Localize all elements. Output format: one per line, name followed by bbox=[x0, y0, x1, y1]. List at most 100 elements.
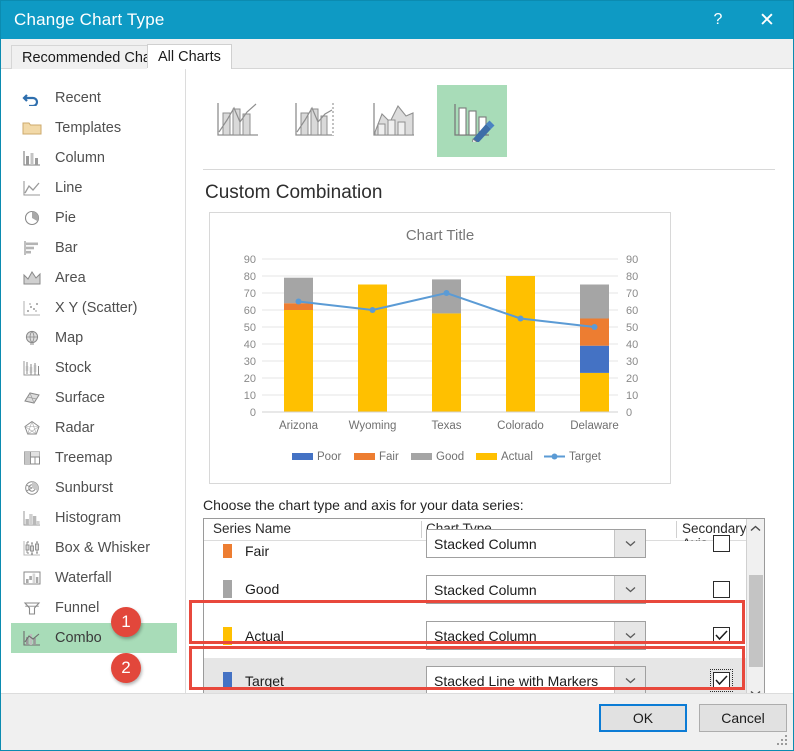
svg-text:60: 60 bbox=[244, 305, 256, 317]
close-icon[interactable]: ✕ bbox=[741, 1, 793, 39]
treemap-chart-icon bbox=[21, 448, 43, 468]
column-header-series-name: Series Name bbox=[213, 521, 291, 536]
sidebar-item-histogram[interactable]: Histogram bbox=[11, 503, 177, 533]
annotation-badge-1: 1 bbox=[111, 607, 141, 637]
svg-text:Colorado: Colorado bbox=[497, 420, 544, 432]
sidebar-item-stock[interactable]: Stock bbox=[11, 353, 177, 383]
custom-combination-thumb[interactable] bbox=[437, 85, 507, 157]
sidebar-item-surface[interactable]: Surface bbox=[11, 383, 177, 413]
sidebar-item-column[interactable]: Column bbox=[11, 143, 177, 173]
table-row-actual[interactable]: Actual Stacked Column bbox=[204, 613, 764, 658]
secondary-axis-checkbox-actual[interactable] bbox=[713, 627, 730, 644]
series-name: Good bbox=[245, 581, 415, 597]
x-axis-labels: Arizona Wyoming Texas Colorado Delaware bbox=[279, 420, 619, 432]
sidebar-item-label: Radar bbox=[55, 420, 95, 436]
help-icon[interactable]: ? bbox=[695, 1, 741, 39]
stacked-area-clustered-column-thumb[interactable] bbox=[359, 85, 429, 157]
chart-options-pane: Custom Combination Chart Title bbox=[187, 69, 793, 694]
series-color-swatch bbox=[223, 672, 232, 690]
sidebar-item-label: Box & Whisker bbox=[55, 540, 150, 556]
sidebar-item-label: Funnel bbox=[55, 600, 99, 616]
pie-chart-icon bbox=[21, 208, 43, 228]
sidebar-item-label: Pie bbox=[55, 210, 76, 226]
svg-text:70: 70 bbox=[626, 288, 638, 300]
svg-text:Actual: Actual bbox=[501, 451, 533, 463]
table-row-fair[interactable]: Fair Stacked Column bbox=[204, 541, 764, 565]
series-name: Target bbox=[245, 673, 415, 689]
svg-text:Fair: Fair bbox=[379, 451, 399, 463]
sidebar-item-treemap[interactable]: Treemap bbox=[11, 443, 177, 473]
waterfall-chart-icon bbox=[21, 568, 43, 588]
chart-preview[interactable]: Chart Title bbox=[209, 212, 671, 484]
svg-text:30: 30 bbox=[244, 356, 256, 368]
sidebar-item-waterfall[interactable]: Waterfall bbox=[11, 563, 177, 593]
sidebar-item-map[interactable]: Map bbox=[11, 323, 177, 353]
scrollbar-thumb[interactable] bbox=[749, 575, 763, 667]
sidebar-item-line[interactable]: Line bbox=[11, 173, 177, 203]
series-table-rows: Fair Stacked Column Good bbox=[204, 541, 764, 703]
chevron-down-icon[interactable] bbox=[614, 576, 645, 603]
cancel-button[interactable]: Cancel bbox=[699, 704, 787, 732]
secondary-y-axis-labels: 908070 605040 302010 0 bbox=[626, 254, 638, 419]
svg-text:80: 80 bbox=[626, 271, 638, 283]
svg-text:40: 40 bbox=[244, 339, 256, 351]
sidebar-item-sunburst[interactable]: Sunburst bbox=[11, 473, 177, 503]
combo-chart-icon bbox=[21, 628, 43, 648]
secondary-axis-checkbox-target[interactable] bbox=[713, 672, 730, 689]
sidebar-item-label: Treemap bbox=[55, 450, 112, 466]
sidebar-item-label: Templates bbox=[55, 120, 121, 136]
svg-text:0: 0 bbox=[626, 407, 632, 419]
boxwhisker-chart-icon bbox=[21, 538, 43, 558]
svg-text:30: 30 bbox=[626, 356, 638, 368]
sidebar-item-box-whisker[interactable]: Box & Whisker bbox=[11, 533, 177, 563]
chevron-down-icon[interactable] bbox=[614, 667, 645, 694]
chart-type-dropdown-good[interactable]: Stacked Column bbox=[426, 575, 646, 604]
checkmark-icon bbox=[715, 630, 728, 641]
sidebar-item-templates[interactable]: Templates bbox=[11, 113, 177, 143]
svg-text:Arizona: Arizona bbox=[279, 420, 319, 432]
chart-title: Chart Title bbox=[406, 227, 474, 244]
table-row-good[interactable]: Good Stacked Column bbox=[204, 565, 764, 613]
series-color-swatch bbox=[223, 544, 232, 558]
globe-map-icon bbox=[21, 328, 43, 348]
series-table: Series Name Chart Type Secondary Axis Fa… bbox=[203, 518, 765, 703]
resize-grip[interactable] bbox=[777, 735, 789, 747]
tab-recommended-charts-label: Recommended Charts bbox=[22, 50, 167, 66]
chart-type-dropdown-target[interactable]: Stacked Line with Markers bbox=[426, 666, 646, 695]
series-table-instruction: Choose the chart type and axis for your … bbox=[203, 497, 775, 513]
sidebar-item-radar[interactable]: Radar bbox=[11, 413, 177, 443]
scatter-chart-icon bbox=[21, 298, 43, 318]
sidebar-item-scatter[interactable]: X Y (Scatter) bbox=[11, 293, 177, 323]
chart-type-value: Stacked Line with Markers bbox=[427, 667, 614, 694]
sidebar-item-label: Stock bbox=[55, 360, 91, 376]
sidebar-item-recent[interactable]: Recent bbox=[11, 83, 177, 113]
ok-button[interactable]: OK bbox=[599, 704, 687, 732]
secondary-axis-checkbox-fair[interactable] bbox=[713, 535, 730, 552]
chart-type-value: Stacked Column bbox=[427, 622, 614, 649]
sidebar-item-bar[interactable]: Bar bbox=[11, 233, 177, 263]
sidebar-item-combo[interactable]: Combo bbox=[11, 623, 177, 653]
dialog-body: Recent Templates Column Line Pie Bar bbox=[1, 69, 793, 694]
svg-text:90: 90 bbox=[244, 254, 256, 266]
chart-type-dropdown-fair[interactable]: Stacked Column bbox=[426, 529, 646, 558]
sidebar-item-area[interactable]: Area bbox=[11, 263, 177, 293]
chevron-down-icon[interactable] bbox=[614, 530, 645, 557]
sidebar-item-pie[interactable]: Pie bbox=[11, 203, 177, 233]
column-chart-icon bbox=[21, 148, 43, 168]
sidebar-item-label: Waterfall bbox=[55, 570, 112, 586]
sidebar-item-label: Area bbox=[55, 270, 86, 286]
chart-type-value: Stacked Column bbox=[427, 530, 614, 557]
clustered-column-line-thumb[interactable] bbox=[203, 85, 273, 157]
svg-text:50: 50 bbox=[244, 322, 256, 334]
svg-text:Wyoming: Wyoming bbox=[349, 420, 397, 432]
secondary-axis-checkbox-good[interactable] bbox=[713, 581, 730, 598]
series-color-swatch bbox=[223, 580, 232, 598]
sidebar-item-funnel[interactable]: Funnel bbox=[11, 593, 177, 623]
clustered-column-line-secondary-axis-thumb[interactable] bbox=[281, 85, 351, 157]
chevron-down-icon[interactable] bbox=[614, 622, 645, 649]
series-table-scrollbar[interactable] bbox=[746, 519, 764, 702]
svg-text:20: 20 bbox=[626, 373, 638, 385]
scroll-up-icon[interactable] bbox=[747, 519, 764, 537]
tab-all-charts[interactable]: All Charts bbox=[147, 44, 232, 69]
chart-type-dropdown-actual[interactable]: Stacked Column bbox=[426, 621, 646, 650]
